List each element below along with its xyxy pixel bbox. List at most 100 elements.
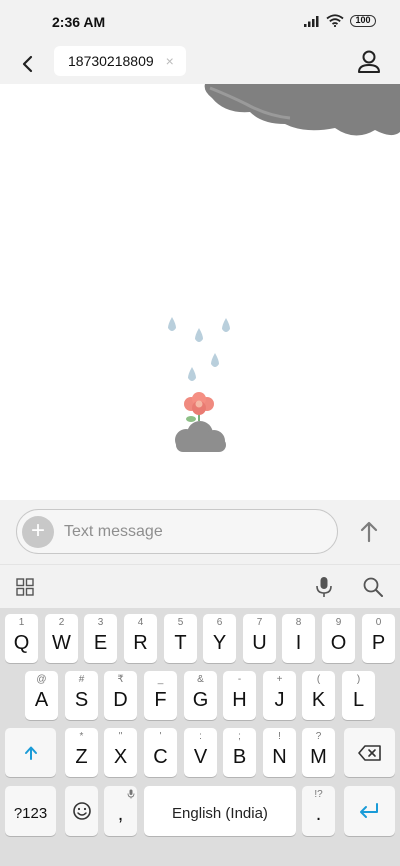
key-label: M [310, 746, 327, 768]
search-icon[interactable] [362, 576, 384, 598]
send-arrow-icon[interactable] [355, 518, 383, 546]
key-h[interactable]: -H [223, 671, 256, 720]
message-placeholder: Text message [64, 523, 163, 540]
key-hint: ? [315, 731, 322, 742]
key-b[interactable]: ; B [223, 728, 256, 777]
key-x[interactable]: " X [104, 728, 137, 777]
key-i[interactable]: 8I [282, 614, 315, 663]
key-label: U [252, 632, 267, 654]
key-p[interactable]: 0P [362, 614, 395, 663]
key-n[interactable]: ! N [263, 728, 296, 777]
microphone-icon[interactable] [314, 576, 334, 598]
key-hint: ! [278, 731, 281, 742]
key-label: R [133, 632, 148, 654]
comma-label: , [117, 803, 124, 825]
key-hint: ( [316, 674, 321, 685]
back-arrow-icon[interactable] [14, 50, 42, 78]
key-hint: & [197, 674, 204, 685]
key-e[interactable]: 3E [84, 614, 117, 663]
key-hint: 0 [375, 617, 382, 628]
status-bar: 2:36 AM 100 [0, 0, 400, 44]
key-o[interactable]: 9O [322, 614, 355, 663]
key-m[interactable]: ? M [302, 728, 335, 777]
rain-cloud-illustration [168, 84, 400, 452]
key-label: N [272, 746, 287, 768]
enter-arrow-icon [360, 803, 378, 818]
keyboard: 1Q 2W 3E 4R 5T 6Y 7U 8I 9O 0P @ A # S ₹ D _… [0, 608, 400, 866]
symbols-key[interactable]: ?123 [5, 786, 56, 836]
key-w[interactable]: 2W [45, 614, 78, 663]
key-l[interactable]: ) L [342, 671, 375, 720]
add-attachment-button[interactable]: + [22, 516, 54, 548]
key-label: Y [212, 632, 227, 654]
period-label: . [315, 803, 322, 825]
keyboard-toolbar [0, 564, 400, 608]
key-label: H [232, 689, 247, 711]
key-hint: ; [238, 731, 241, 742]
key-label: G [192, 689, 209, 711]
recipient-chip[interactable]: 18730218809 × [54, 46, 186, 76]
message-input[interactable]: + Text message [16, 509, 338, 554]
key-label: Q [13, 632, 30, 654]
key-label: W [52, 632, 71, 654]
key-label: F [154, 689, 167, 711]
key-hint: # [78, 674, 85, 685]
key-label: X [113, 746, 128, 768]
key-hint: @ [36, 674, 47, 685]
key-hint: _ [157, 674, 164, 685]
key-u[interactable]: 7U [243, 614, 276, 663]
key-label: V [193, 746, 208, 768]
key-hint: 2 [58, 617, 65, 628]
key-k[interactable]: (K [302, 671, 335, 720]
signal-icon [304, 15, 319, 27]
key-hint: 4 [137, 617, 144, 628]
shift-arrow-icon [25, 746, 37, 760]
conversation-area [0, 84, 400, 500]
apps-grid-icon[interactable] [16, 578, 34, 596]
key-label: O [330, 632, 347, 654]
period-key[interactable]: !? . [302, 786, 335, 836]
key-c[interactable]: ' C [144, 728, 177, 777]
contact-icon[interactable] [356, 48, 382, 76]
key-v[interactable]: :V [184, 728, 217, 777]
key-label: S [74, 689, 89, 711]
enter-key[interactable] [344, 786, 395, 836]
key-a[interactable]: @ A [25, 671, 58, 720]
key-hint: * [79, 731, 84, 742]
backspace-icon [358, 745, 381, 761]
key-label: Z [75, 746, 88, 768]
wifi-icon [326, 14, 344, 27]
space-bar[interactable]: English (India) [144, 786, 296, 836]
key-y[interactable]: 6Y [203, 614, 236, 663]
key-g[interactable]: & G [184, 671, 217, 720]
key-label: J [274, 689, 285, 711]
conversation-header: 18730218809 × [0, 44, 400, 84]
key-label: I [295, 632, 302, 654]
key-j[interactable]: + J [263, 671, 296, 720]
key-r[interactable]: 4R [124, 614, 157, 663]
key-hint: !? [314, 789, 323, 800]
key-hint: 5 [177, 617, 184, 628]
backspace-key[interactable] [344, 728, 395, 777]
key-s[interactable]: # S [65, 671, 98, 720]
key-hint: " [118, 731, 123, 742]
comma-key[interactable]: , [104, 786, 137, 836]
key-hint: 9 [335, 617, 342, 628]
key-t[interactable]: 5T [164, 614, 197, 663]
emoji-key[interactable] [65, 786, 98, 836]
recipient-number: 18730218809 [68, 53, 154, 69]
key-q[interactable]: 1Q [5, 614, 38, 663]
key-z[interactable]: * Z [65, 728, 98, 777]
key-label: B [232, 746, 247, 768]
key-hint: ' [159, 731, 162, 742]
key-d[interactable]: ₹ D [104, 671, 137, 720]
key-hint: 6 [216, 617, 223, 628]
key-label: L [352, 689, 365, 711]
shift-key[interactable] [5, 728, 56, 777]
key-hint: 3 [97, 617, 104, 628]
key-label: T [174, 632, 187, 654]
key-f[interactable]: _ F [144, 671, 177, 720]
compose-bar: + Text message [0, 500, 400, 564]
key-hint: + [276, 674, 283, 685]
clear-recipient-icon[interactable]: × [166, 53, 174, 69]
